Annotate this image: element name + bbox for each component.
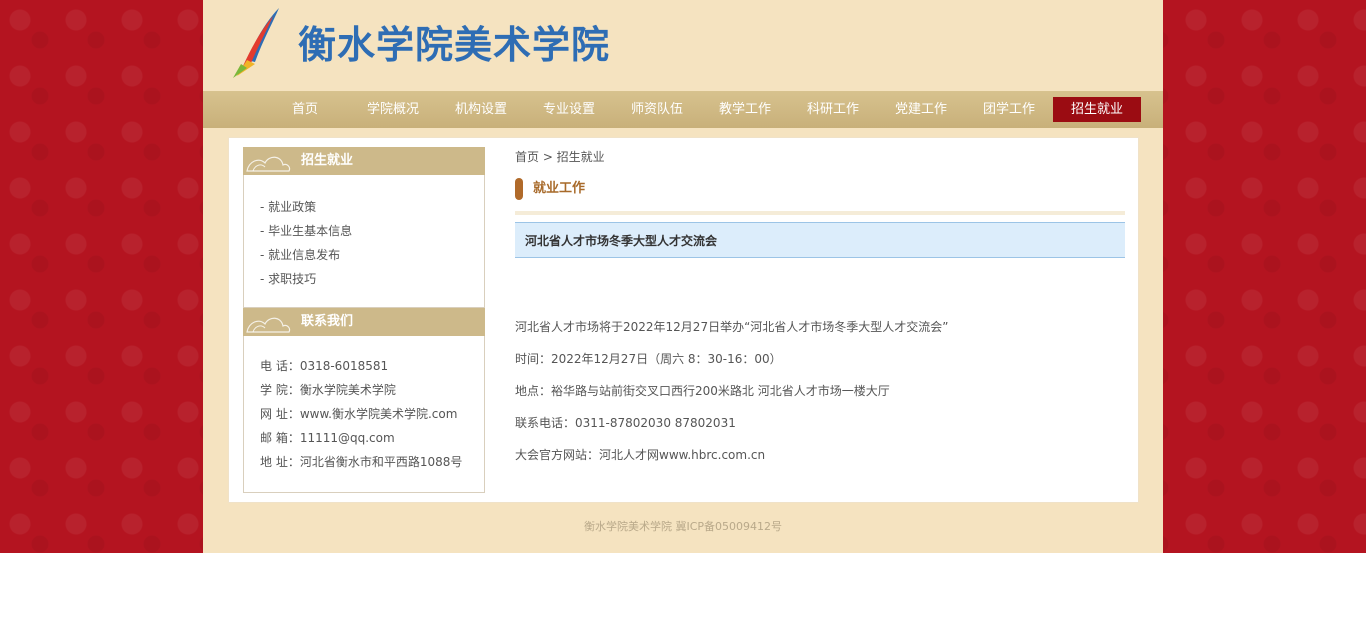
nav-item-departments[interactable]: 机构设置 <box>437 97 525 122</box>
contact-email: 邮 箱：11111@qq.com <box>260 431 395 445</box>
contact-phone: 电 话：0318-6018581 <box>260 359 389 373</box>
rocket-logo-icon <box>233 8 279 78</box>
nav-item-home[interactable]: 首页 <box>261 97 349 122</box>
main-navigation: 首页 学院概况 机构设置 专业设置 师资队伍 教学工作 科研工作 党建工作 团学… <box>203 91 1163 128</box>
cloud-ornament-icon <box>246 156 291 172</box>
sidebar-contact-header: 联系我们 <box>243 308 485 336</box>
article-paragraph: 大会官方网站：河北人才网www.hbrc.com.cn <box>515 448 766 462</box>
main-content: 首页 > 招生就业 就业工作 河北省人才市场冬季大型人才交流会 河北省人才市场将… <box>515 147 1125 471</box>
sidebar-menu: - 就业政策 - 毕业生基本信息 - 就业信息发布 - 求职技巧 <box>243 175 485 308</box>
contact-college: 学 院：衡水学院美术学院 <box>260 383 396 397</box>
article-body: 河北省人才市场将于2022年12月27日举办“河北省人才市场冬季大型人才交流会”… <box>515 311 1125 471</box>
nav-item-about[interactable]: 学院概况 <box>349 97 437 122</box>
section-title: 就业工作 <box>515 177 1125 201</box>
nav-item-teaching[interactable]: 教学工作 <box>701 97 789 122</box>
contact-website: 网 址：www.衡水学院美术学院.com <box>260 407 458 421</box>
breadcrumb[interactable]: 首页 > 招生就业 <box>515 147 1125 167</box>
sidebar-item-graduates[interactable]: - 毕业生基本信息 <box>260 219 484 243</box>
sidebar-section-header: 招生就业 <box>243 147 485 175</box>
article-title: 河北省人才市场冬季大型人才交流会 <box>515 222 1125 258</box>
article-paragraph: 联系电话：0311-87802030 87802031 <box>515 416 736 430</box>
contact-info: 电 话：0318-6018581 学 院：衡水学院美术学院 网 址：www.衡水… <box>243 336 485 493</box>
site-logo-title[interactable]: 衡水学院美术学院 <box>298 14 610 69</box>
sidebar: 招生就业 - 就业政策 - 毕业生基本信息 - 就业信息发布 - 求职技巧 联系… <box>243 147 485 493</box>
article-paragraph: 河北省人才市场将于2022年12月27日举办“河北省人才市场冬季大型人才交流会” <box>515 320 949 334</box>
nav-item-faculty[interactable]: 师资队伍 <box>613 97 701 122</box>
nav-item-party[interactable]: 党建工作 <box>877 97 965 122</box>
sidebar-item-job-info[interactable]: - 就业信息发布 <box>260 243 484 267</box>
cloud-ornament-icon <box>246 317 291 333</box>
nav-item-admissions[interactable]: 招生就业 <box>1053 97 1141 122</box>
site-header: 衡水学院美术学院 <box>203 0 1163 91</box>
article-paragraph: 地点：裕华路与站前街交叉口西行200米路北 河北省人才市场一楼大厅 <box>515 384 890 398</box>
contact-address: 地 址：河北省衡水市和平西路1088号 <box>260 455 463 469</box>
nav-item-student[interactable]: 团学工作 <box>965 97 1053 122</box>
nav-item-majors[interactable]: 专业设置 <box>525 97 613 122</box>
article-paragraph: 时间：2022年12月27日（周六 8：30-16：00） <box>515 352 782 366</box>
divider <box>515 211 1125 215</box>
sidebar-item-job-tips[interactable]: - 求职技巧 <box>260 267 484 291</box>
section-title-text: 就业工作 <box>533 181 586 196</box>
sidebar-contact-title: 联系我们 <box>301 314 354 329</box>
page-wrapper: 衡水学院美术学院 首页 学院概况 机构设置 专业设置 师资队伍 教学工作 科研工… <box>203 0 1163 553</box>
content-box: 招生就业 - 就业政策 - 毕业生基本信息 - 就业信息发布 - 求职技巧 联系… <box>228 137 1139 503</box>
sidebar-section-title: 招生就业 <box>301 153 354 168</box>
footer-text: 衡水学院美术学院 冀ICP备05009412号 <box>583 520 783 533</box>
nav-item-research[interactable]: 科研工作 <box>789 97 877 122</box>
section-marker <box>515 178 523 200</box>
sidebar-item-policy[interactable]: - 就业政策 <box>260 195 484 219</box>
